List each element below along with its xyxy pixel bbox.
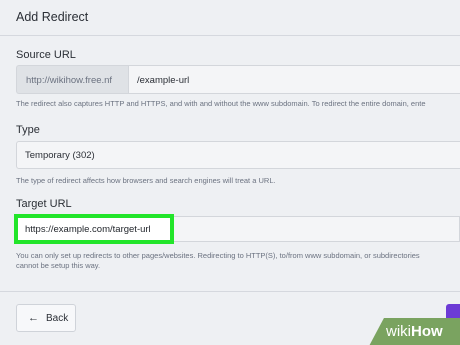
source-url-label: Source URL (16, 49, 76, 61)
source-url-group: http://wikihow.free.nf /example-url (16, 65, 460, 94)
redirect-type-select[interactable]: Temporary (302) (16, 141, 460, 169)
footer-divider (0, 291, 460, 292)
back-button[interactable]: ← Back (16, 304, 76, 332)
source-url-input[interactable]: /example-url (128, 65, 460, 94)
type-label: Type (16, 124, 40, 136)
target-url-help-line1: You can only set up redirects to other p… (16, 251, 420, 260)
dialog-header: Add Redirect (0, 0, 460, 36)
target-url-label: Target URL (16, 198, 72, 210)
back-button-label: Back (46, 312, 69, 324)
target-url-input-remainder[interactable] (174, 216, 460, 242)
source-url-prefix: http://wikihow.free.nf (16, 65, 128, 94)
source-url-help: The redirect also captures HTTP and HTTP… (16, 99, 426, 108)
add-redirect-dialog: Add Redirect Source URL http://wikihow.f… (0, 0, 460, 345)
arrow-left-icon: ← (28, 311, 39, 324)
wikihow-watermark: wikiHow (386, 323, 443, 340)
dialog-title: Add Redirect (16, 10, 89, 24)
target-url-input[interactable]: https://example.com/target-url (14, 214, 174, 244)
target-url-help-line2: cannot be setup this way. (16, 261, 101, 270)
type-help: The type of redirect affects how browser… (16, 176, 276, 185)
